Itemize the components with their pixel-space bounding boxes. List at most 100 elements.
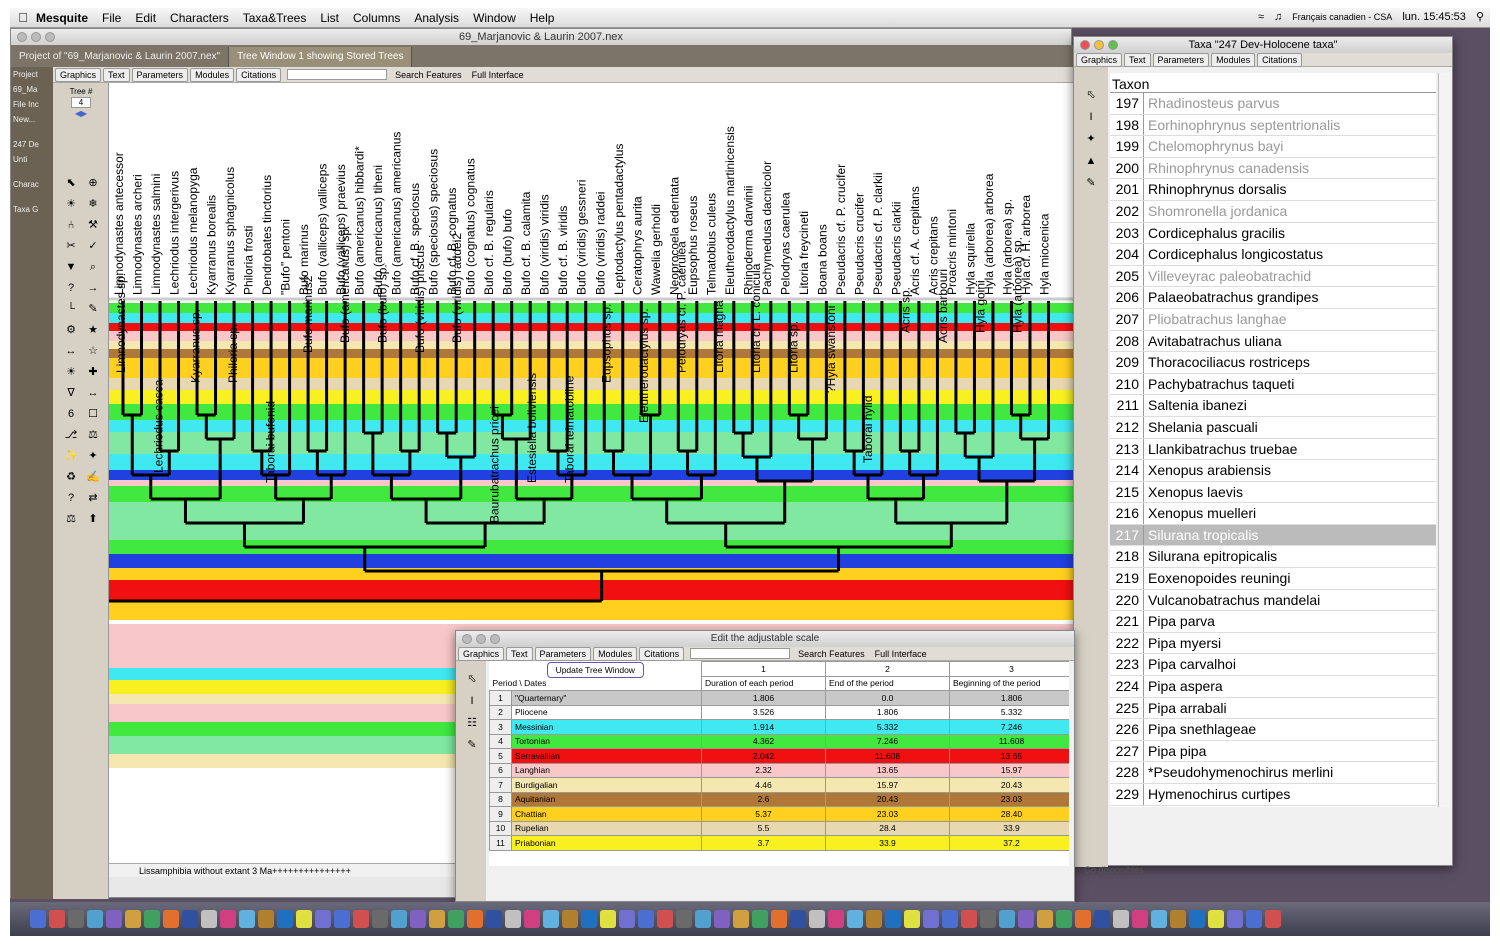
taxon-number[interactable]: 229: [1110, 784, 1144, 805]
column-header[interactable]: End of the period: [825, 675, 950, 691]
taxon-row[interactable]: 205 Villeveyrac paleobatrachid: [1110, 265, 1436, 288]
dock-app-icon[interactable]: [790, 910, 806, 928]
taxon-row[interactable]: 221 Pipa parva: [1110, 611, 1436, 633]
beginning-cell[interactable]: 37.2: [949, 835, 1069, 851]
taxon-label[interactable]: Litoria freycineti: [797, 211, 811, 295]
dock-app-icon[interactable]: [87, 910, 103, 928]
box-tool-icon[interactable]: ☐: [85, 406, 101, 422]
row-number[interactable]: 7: [489, 777, 512, 793]
taxon-row[interactable]: 212 Shelania pascuali: [1110, 416, 1436, 439]
column-header[interactable]: Duration of each period: [701, 675, 826, 691]
row-number[interactable]: 11: [489, 835, 512, 851]
taxon-name[interactable]: Cordicephalus gracilis: [1144, 223, 1285, 244]
taxon-row[interactable]: 202 Shomronella jordanica: [1110, 200, 1436, 223]
taxon-number[interactable]: 218: [1110, 546, 1144, 568]
duration-cell[interactable]: 3.7: [701, 835, 826, 851]
fossil-taxon-label[interactable]: Eupsophus sp.: [600, 304, 614, 383]
project-item[interactable]: Unti: [11, 152, 53, 167]
clock[interactable]: lun. 15:45:53: [1402, 11, 1466, 23]
dock-app-icon[interactable]: [752, 910, 768, 928]
dock-app-icon[interactable]: [676, 910, 692, 928]
taxon-row[interactable]: 229 Hymenochirus curtipes: [1110, 784, 1436, 806]
taxon-number[interactable]: 221: [1110, 611, 1144, 632]
volume-icon[interactable]: ♫: [1274, 11, 1282, 23]
taxon-label[interactable]: Lechriodus intergerivus: [168, 171, 182, 295]
dock-app-icon[interactable]: [1037, 910, 1053, 928]
taxon-name[interactable]: Silurana tropicalis: [1144, 525, 1259, 546]
taxon-number[interactable]: 211: [1110, 395, 1144, 416]
swap-tool-icon[interactable]: ↔: [85, 385, 101, 401]
taxon-label[interactable]: Bufo (speciosus) speciosus: [427, 149, 441, 295]
taxon-row[interactable]: 207 Pliobatrachus langhae: [1110, 308, 1436, 331]
pencil-tool-icon[interactable]: ✎: [1083, 175, 1099, 191]
taxon-row[interactable]: 219 Eoxenopoides reuningi: [1110, 568, 1436, 590]
taxon-row[interactable]: 214 Xenopus arabiensis: [1110, 460, 1436, 482]
taxon-row[interactable]: 228 *Pseudohymenochirus merlini: [1110, 762, 1436, 784]
taxon-name[interactable]: Avitabatrachus uliana: [1144, 331, 1282, 352]
end-cell[interactable]: 15.97: [825, 777, 950, 793]
beginning-cell[interactable]: 7.246: [949, 719, 1069, 735]
dock-app-icon[interactable]: [372, 910, 388, 928]
taxon-number[interactable]: 202: [1110, 200, 1144, 222]
period-name[interactable]: Burdigalian: [511, 777, 702, 793]
taxon-label[interactable]: Bufo cf. B. calamita: [519, 191, 533, 295]
taxon-name[interactable]: Pipa aspera: [1144, 676, 1223, 697]
help-tool-icon[interactable]: ?: [63, 490, 79, 506]
taxon-label[interactable]: Dendrobates tinctorius: [260, 175, 274, 295]
dock-app-icon[interactable]: [429, 910, 445, 928]
dock-app-icon[interactable]: [125, 910, 141, 928]
taxon-label[interactable]: Hyla miocenica: [1037, 213, 1051, 295]
taxon-row[interactable]: 199 Chelomophrynus bayi: [1110, 136, 1436, 158]
spark-tool-icon[interactable]: ✨: [63, 448, 79, 464]
dock-app-icon[interactable]: [239, 910, 255, 928]
dock-app-icon[interactable]: [657, 910, 673, 928]
taxon-row[interactable]: 216 Xenopus muelleri: [1110, 503, 1436, 525]
taxon-name[interactable]: Pachybatrachus taqueti: [1144, 374, 1294, 395]
dock-app-icon[interactable]: [638, 910, 654, 928]
app-name[interactable]: Mesquite: [36, 11, 88, 25]
fold-tool-icon[interactable]: ∇: [63, 385, 79, 401]
period-row[interactable]: 2 Pliocene 3.526 1.806 5.332: [489, 704, 1069, 720]
taxon-label[interactable]: Boana boans: [815, 224, 829, 295]
period-row[interactable]: 3 Messinian 1.914 5.332 7.246: [489, 719, 1069, 735]
dock-app-icon[interactable]: [524, 910, 540, 928]
period-row[interactable]: 9 Chattian 5.37 23.03 28.40: [489, 806, 1069, 822]
end-cell[interactable]: 20.43: [825, 791, 950, 807]
taxon-row[interactable]: 200 Rhinophrynus canadensis: [1110, 157, 1436, 180]
end-cell[interactable]: 28.4: [825, 820, 950, 836]
taxon-name[interactable]: Pipa myersi: [1144, 633, 1221, 654]
input-locale[interactable]: Français canadien - CSA: [1292, 12, 1392, 22]
dock-app-icon[interactable]: [505, 910, 521, 928]
search-features-link[interactable]: Search Features: [798, 649, 865, 659]
link-tool-icon[interactable]: ⎇: [63, 427, 79, 443]
menu-file[interactable]: File: [102, 11, 121, 25]
taxon-label[interactable]: Leptodactylus pentadactylus: [612, 144, 626, 295]
taxon-row[interactable]: 222 Pipa myersi: [1110, 632, 1436, 655]
menu-window[interactable]: Window: [473, 11, 516, 25]
dock-app-icon[interactable]: [904, 910, 920, 928]
taxon-label[interactable]: Bufo cf. B. regularis: [482, 190, 496, 295]
end-cell[interactable]: 5.332: [825, 719, 950, 735]
dock-app-icon[interactable]: [619, 910, 635, 928]
row-number[interactable]: 8: [489, 791, 512, 807]
dock-app-icon[interactable]: [353, 910, 369, 928]
label-tool-icon[interactable]: ☆: [85, 343, 101, 359]
dock-app-icon[interactable]: [391, 910, 407, 928]
scissors-tool-icon[interactable]: ⑃: [63, 217, 79, 233]
menu-characters[interactable]: Characters: [170, 11, 229, 25]
taxon-label[interactable]: "Bufo" pentoni: [279, 219, 293, 295]
subtab-citations[interactable]: Citations: [639, 646, 685, 661]
taxon-label[interactable]: Bufo (valliceps) valliceps: [316, 164, 330, 295]
taxon-row[interactable]: 197 Rhadinosteus parvus: [1110, 93, 1436, 115]
taxon-row[interactable]: 201 Rhinophrynus dorsalis: [1110, 179, 1436, 201]
beginning-cell[interactable]: 11.608: [949, 733, 1069, 749]
node-tool-icon[interactable]: └: [63, 301, 79, 317]
taxon-row[interactable]: 208 Avitabatrachus uliana: [1110, 330, 1436, 353]
exchange-tool-icon[interactable]: ⇄: [85, 490, 101, 506]
search-input[interactable]: [690, 648, 791, 659]
taxon-number[interactable]: 216: [1110, 503, 1144, 524]
taxon-name[interactable]: Hymenochirus curtipes: [1144, 784, 1290, 805]
taxon-name[interactable]: Palaeobatrachus grandipes: [1144, 287, 1318, 308]
wifi-icon[interactable]: ≈: [1258, 11, 1264, 23]
taxon-name[interactable]: Cordicephalus longicostatus: [1144, 244, 1323, 265]
